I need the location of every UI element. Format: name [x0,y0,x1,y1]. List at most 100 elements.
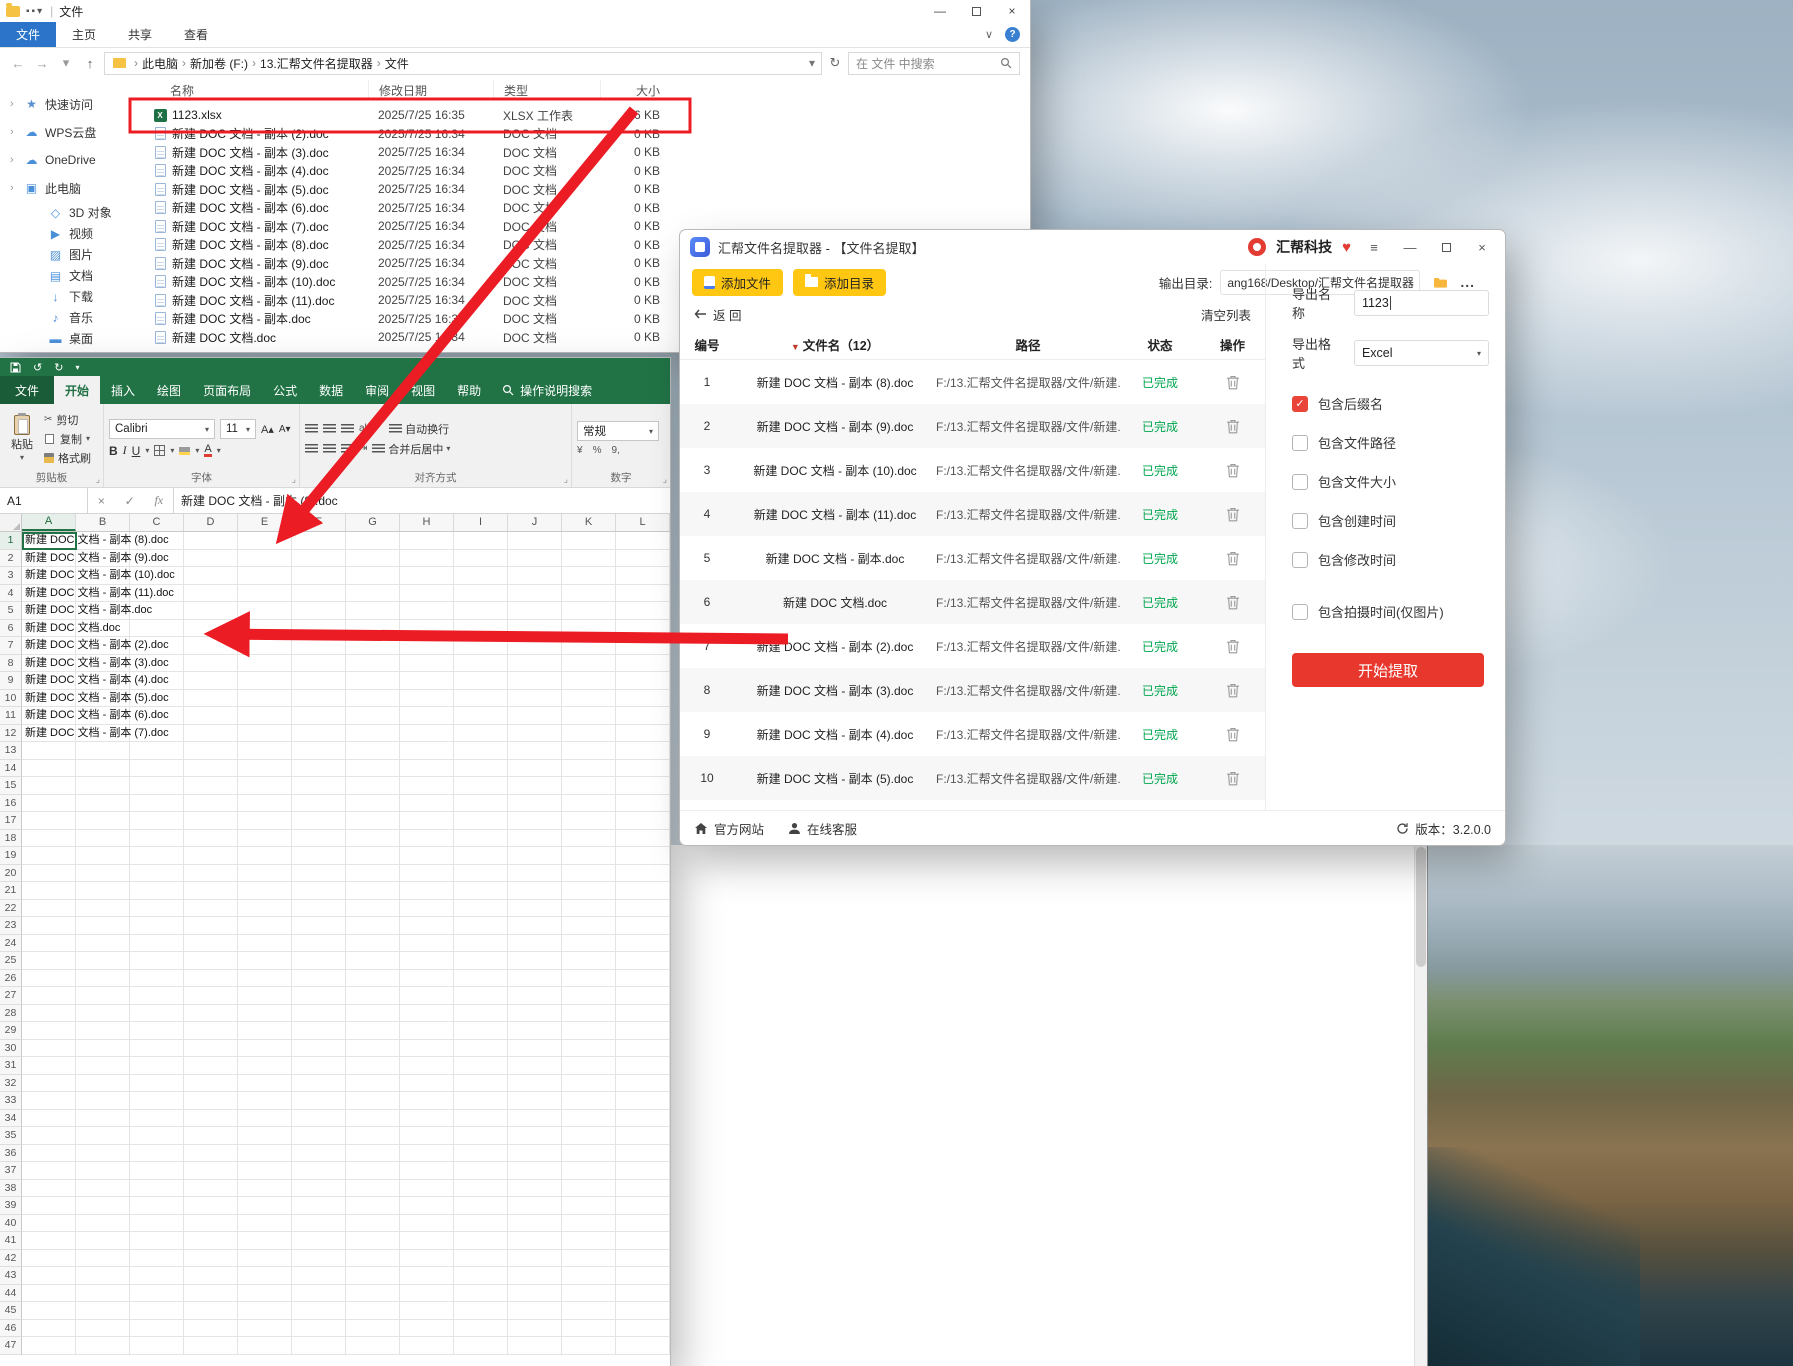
cell-D33[interactable] [184,1092,238,1110]
cell-D19[interactable] [184,847,238,865]
cell-L30[interactable] [616,1040,670,1058]
cell-B32[interactable] [76,1075,130,1093]
cell-H28[interactable] [400,1005,454,1023]
cell-B21[interactable] [76,882,130,900]
tell-me-search[interactable]: 操作说明搜索 [502,376,592,404]
cell-C15[interactable] [130,777,184,795]
file-row[interactable]: X1123.xlsx2025/7/25 16:35XLSX 工作表6 KB [140,106,1030,125]
cell-J3[interactable] [508,567,562,585]
cell-L6[interactable] [616,620,670,638]
redo-icon[interactable]: ↻ [54,361,63,374]
cell-J7[interactable] [508,637,562,655]
cell-K11[interactable] [562,707,616,725]
cell-F29[interactable] [292,1022,346,1040]
cell-A45[interactable] [22,1302,76,1320]
row-header-14[interactable]: 14 [0,760,22,778]
cell-H26[interactable] [400,970,454,988]
cell-K23[interactable] [562,917,616,935]
cell-L1[interactable] [616,532,670,550]
cell-A25[interactable] [22,952,76,970]
export-name-input[interactable]: 1123 [1354,290,1489,316]
cell-A37[interactable] [22,1162,76,1180]
cell-D13[interactable] [184,742,238,760]
cell-K36[interactable] [562,1145,616,1163]
cell-K17[interactable] [562,812,616,830]
cell-F21[interactable] [292,882,346,900]
cell-H41[interactable] [400,1232,454,1250]
cell-B44[interactable] [76,1285,130,1303]
cell-F8[interactable] [292,655,346,673]
cell-B16[interactable] [76,795,130,813]
cell-E41[interactable] [238,1232,292,1250]
cell-B46[interactable] [76,1320,130,1338]
align-right-icon[interactable] [341,444,354,454]
cell-L46[interactable] [616,1320,670,1338]
cell-H21[interactable] [400,882,454,900]
sidebar-item-文档[interactable]: ▤文档 [0,265,140,286]
cell-I42[interactable] [454,1250,508,1268]
cell-C13[interactable] [130,742,184,760]
delete-row-button[interactable] [1200,639,1265,654]
cell-L34[interactable] [616,1110,670,1128]
cell-I32[interactable] [454,1075,508,1093]
cell-L35[interactable] [616,1127,670,1145]
cell-F37[interactable] [292,1162,346,1180]
cell-B29[interactable] [76,1022,130,1040]
cell-F40[interactable] [292,1215,346,1233]
cell-J17[interactable] [508,812,562,830]
excel-tab-帮助[interactable]: 帮助 [446,376,492,404]
cell-J24[interactable] [508,935,562,953]
sidebar-item-快速访问[interactable]: ›★快速访问 [0,90,140,118]
cell-J15[interactable] [508,777,562,795]
cell-I6[interactable] [454,620,508,638]
cell-G30[interactable] [346,1040,400,1058]
cell-K27[interactable] [562,987,616,1005]
cell-E4[interactable] [238,585,292,603]
cell-E11[interactable] [238,707,292,725]
cell-D32[interactable] [184,1075,238,1093]
cell-J18[interactable] [508,830,562,848]
cell-F10[interactable] [292,690,346,708]
cell-A36[interactable] [22,1145,76,1163]
cell-D3[interactable] [184,567,238,585]
search-icon[interactable] [1000,57,1012,69]
sidebar-item-下载[interactable]: ↓下载 [0,286,140,307]
cell-L3[interactable] [616,567,670,585]
cell-I16[interactable] [454,795,508,813]
cell-D40[interactable] [184,1215,238,1233]
sidebar-item-图片[interactable]: ▨图片 [0,244,140,265]
file-row[interactable]: 新建 DOC 文档 - 副本 (4).doc2025/7/25 16:34DOC… [140,162,1030,181]
option-包含文件大小[interactable]: 包含文件大小 [1292,462,1489,501]
cell-H24[interactable] [400,935,454,953]
cell-H2[interactable] [400,550,454,568]
cell-C24[interactable] [130,935,184,953]
cell-E18[interactable] [238,830,292,848]
cell-K40[interactable] [562,1215,616,1233]
cell-L9[interactable] [616,672,670,690]
cell-C21[interactable] [130,882,184,900]
cell-I1[interactable] [454,532,508,550]
column-header-B[interactable]: B [76,514,130,531]
cell-L27[interactable] [616,987,670,1005]
cell-I33[interactable] [454,1092,508,1110]
delete-row-button[interactable] [1200,507,1265,522]
cell-D18[interactable] [184,830,238,848]
cell-L11[interactable] [616,707,670,725]
cell-K33[interactable] [562,1092,616,1110]
cell-F25[interactable] [292,952,346,970]
option-包含后缀名[interactable]: ✓包含后缀名 [1292,384,1489,423]
quick-access-dropdown-icon[interactable]: ▾ [75,363,79,372]
cell-C26[interactable] [130,970,184,988]
cell-D5[interactable] [184,602,238,620]
column-header-I[interactable]: I [454,514,508,531]
cell-E12[interactable] [238,725,292,743]
copy-button[interactable]: 复制▾ [44,431,91,447]
cell-D36[interactable] [184,1145,238,1163]
cell-I36[interactable] [454,1145,508,1163]
cell-D39[interactable] [184,1197,238,1215]
cell-J35[interactable] [508,1127,562,1145]
explorer-search-input[interactable]: 在 文件 中搜索 [848,52,1020,75]
cell-J10[interactable] [508,690,562,708]
cell-H30[interactable] [400,1040,454,1058]
cell-K9[interactable] [562,672,616,690]
